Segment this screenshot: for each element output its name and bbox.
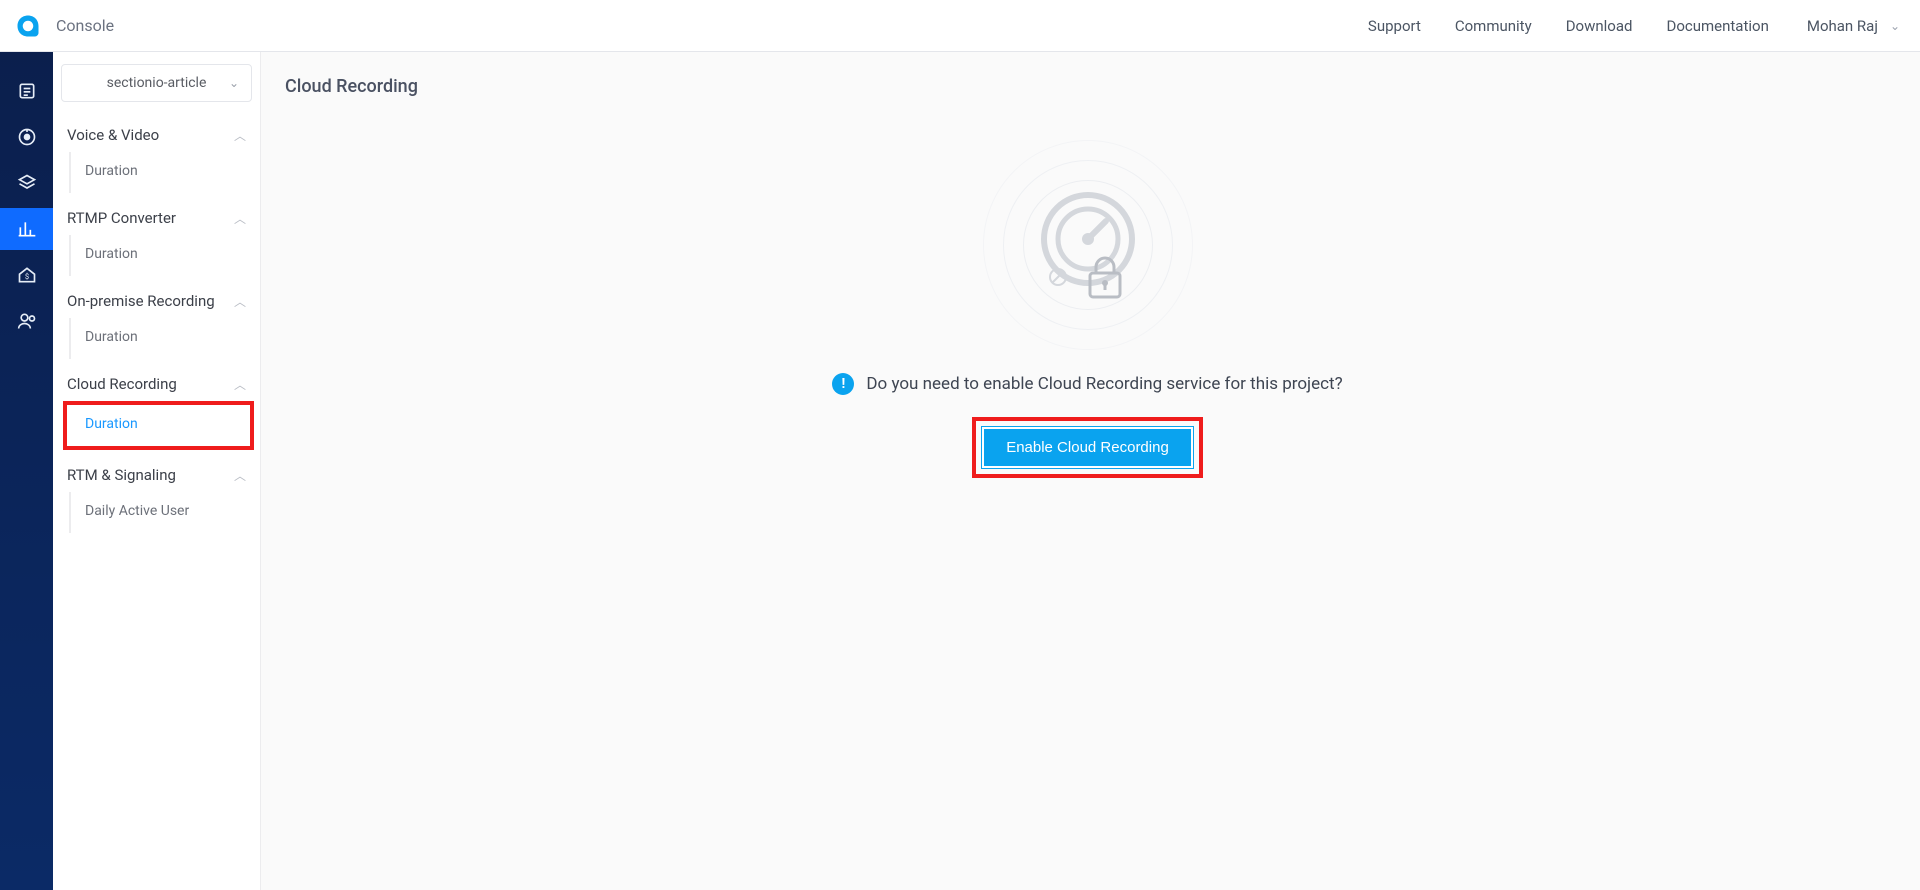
- nav-group-cloud-recording: Cloud Recording ︿ Duration: [61, 365, 252, 450]
- console-label: Console: [56, 16, 114, 35]
- nav-group-header-rtmp[interactable]: RTMP Converter ︿: [61, 199, 252, 235]
- nav-group-header-voice-video[interactable]: Voice & Video ︿: [61, 116, 252, 152]
- chevron-up-icon: ︿: [234, 210, 246, 227]
- nav-group-label: RTMP Converter: [67, 209, 176, 227]
- nav-item-cloud-recording-duration[interactable]: Duration: [67, 410, 250, 438]
- nav-item-onpremise-duration[interactable]: Duration: [71, 323, 252, 351]
- page-title: Cloud Recording: [285, 76, 1890, 97]
- nav-group-rtmp-converter: RTMP Converter ︿ Duration: [61, 199, 252, 276]
- header-link-community[interactable]: Community: [1455, 17, 1532, 35]
- nav-group-voice-video: Voice & Video ︿ Duration: [61, 116, 252, 193]
- rail-item-billing[interactable]: $: [0, 254, 53, 296]
- highlight-enable-button: Enable Cloud Recording: [972, 417, 1203, 478]
- lock-gauge-illustration: [978, 135, 1198, 355]
- top-header: Console Support Community Download Docum…: [0, 0, 1920, 52]
- info-icon: !: [832, 373, 854, 395]
- nav-group-label: Voice & Video: [67, 126, 159, 144]
- nav-group-header-cloud-recording[interactable]: Cloud Recording ︿: [61, 365, 252, 401]
- rail-item-dashboard[interactable]: [0, 116, 53, 158]
- chevron-up-icon: ︿: [234, 467, 246, 484]
- nav-group-rtm-signaling: RTM & Signaling ︿ Daily Active User: [61, 456, 252, 533]
- user-name: Mohan Raj: [1807, 17, 1878, 35]
- chevron-down-icon: ⌄: [1890, 19, 1900, 33]
- chevron-up-icon: ︿: [234, 376, 246, 393]
- nav-group-label: RTM & Signaling: [67, 466, 176, 484]
- enable-prompt-text: Do you need to enable Cloud Recording se…: [866, 374, 1342, 394]
- brand-logo: [14, 12, 42, 40]
- chevron-up-icon: ︿: [234, 127, 246, 144]
- svg-text:$: $: [24, 272, 28, 281]
- rail-item-members[interactable]: [0, 300, 53, 342]
- nav-group-header-rtm[interactable]: RTM & Signaling ︿: [61, 456, 252, 492]
- enable-panel: ! Do you need to enable Cloud Recording …: [285, 135, 1890, 478]
- header-link-download[interactable]: Download: [1566, 17, 1633, 35]
- enable-prompt-row: ! Do you need to enable Cloud Recording …: [832, 373, 1342, 395]
- user-menu[interactable]: Mohan Raj ⌄: [1807, 17, 1900, 35]
- nav-item-rtmp-duration[interactable]: Duration: [71, 240, 252, 268]
- nav-group-header-onpremise[interactable]: On-premise Recording ︿: [61, 282, 252, 318]
- header-link-support[interactable]: Support: [1368, 17, 1421, 35]
- nav-item-voice-video-duration[interactable]: Duration: [71, 157, 252, 185]
- chevron-down-icon: ⌄: [229, 76, 239, 90]
- enable-cloud-recording-button[interactable]: Enable Cloud Recording: [982, 427, 1193, 468]
- chevron-up-icon: ︿: [234, 293, 246, 310]
- nav-group-label: On-premise Recording: [67, 292, 215, 310]
- rail-item-usage[interactable]: [0, 208, 53, 250]
- rail-item-layers[interactable]: [0, 162, 53, 204]
- nav-group-onpremise-recording: On-premise Recording ︿ Duration: [61, 282, 252, 359]
- nav-group-label: Cloud Recording: [67, 375, 177, 393]
- main-content: Cloud Recording: [261, 52, 1920, 890]
- header-link-documentation[interactable]: Documentation: [1666, 17, 1768, 35]
- highlight-cloud-recording-duration: Duration: [63, 401, 254, 450]
- icon-rail: $: [0, 52, 53, 890]
- left-nav: sectionio-article ⌄ Voice & Video ︿ Dura…: [53, 52, 261, 890]
- header-links: Support Community Download Documentation: [1368, 17, 1769, 35]
- nav-item-rtm-dau[interactable]: Daily Active User: [71, 497, 252, 525]
- rail-item-projects[interactable]: [0, 70, 53, 112]
- project-selected-label: sectionio-article: [107, 75, 207, 91]
- project-selector[interactable]: sectionio-article ⌄: [61, 64, 252, 102]
